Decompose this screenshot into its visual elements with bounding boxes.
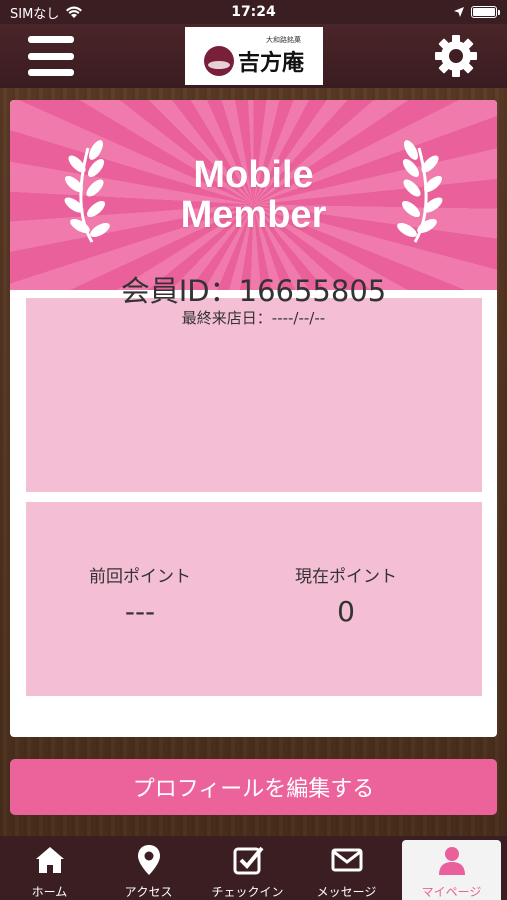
member-id: 会員ID：16655805: [120, 274, 387, 308]
card-banner: Mobile Member: [10, 100, 497, 290]
current-points-value: 0: [337, 595, 355, 628]
wifi-icon: [66, 6, 83, 18]
tab-access[interactable]: アクセス: [99, 836, 198, 900]
tab-label: メッセージ: [316, 885, 377, 899]
logo-subtitle: 大和路銘菓: [266, 36, 301, 44]
logo-mark-icon: [203, 46, 234, 76]
map-pin-icon: [137, 845, 160, 875]
menu-button[interactable]: [28, 36, 74, 76]
current-points-label: 現在ポイント: [295, 567, 397, 587]
tab-label: チェックイン: [211, 885, 284, 899]
tab-home[interactable]: ホーム: [0, 836, 99, 900]
status-right: [453, 6, 500, 18]
logo: 大和路銘菓 吉方庵: [185, 27, 323, 85]
previous-points-value: ---: [124, 595, 156, 628]
location-arrow-icon: [454, 7, 464, 17]
app-header: 大和路銘菓 吉方庵: [0, 24, 507, 88]
logo-text: 吉方庵: [237, 50, 304, 76]
member-card: Mobile Member: [10, 100, 497, 737]
status-bar: SIMなし 17:24: [0, 0, 507, 24]
tab-mypage[interactable]: マイページ: [402, 840, 501, 900]
menu-icon-bar: [28, 36, 74, 43]
tab-checkin[interactable]: チェックイン: [198, 836, 297, 900]
banner-title-text: Mobile Member: [180, 154, 327, 236]
last-visit-date: 最終来店日：----/--/--: [181, 309, 326, 327]
status-left: SIMなし: [10, 3, 83, 22]
logo-row: 吉方庵: [203, 45, 304, 77]
laurel-right-icon: [397, 140, 443, 243]
edit-profile-button[interactable]: プロフィールを編集する: [10, 759, 497, 815]
tab-label: ホーム: [31, 885, 68, 899]
person-icon: [438, 847, 465, 875]
envelope-icon: [331, 848, 362, 872]
checkbox-icon: [233, 846, 264, 875]
tab-message[interactable]: メッセージ: [297, 836, 396, 900]
gear-icon[interactable]: [433, 33, 479, 79]
battery-icon: [471, 6, 500, 18]
menu-icon-bar: [28, 52, 74, 60]
tab-label: アクセス: [124, 885, 173, 899]
previous-points-label: 前回ポイント: [89, 567, 191, 587]
home-icon: [35, 847, 64, 873]
tab-label: マイページ: [421, 885, 482, 899]
carrier-label: SIMなし: [10, 6, 60, 22]
menu-icon-bar: [28, 69, 74, 76]
tab-bar: ホーム アクセス チェックイン メッセージ マイページ: [0, 836, 507, 900]
